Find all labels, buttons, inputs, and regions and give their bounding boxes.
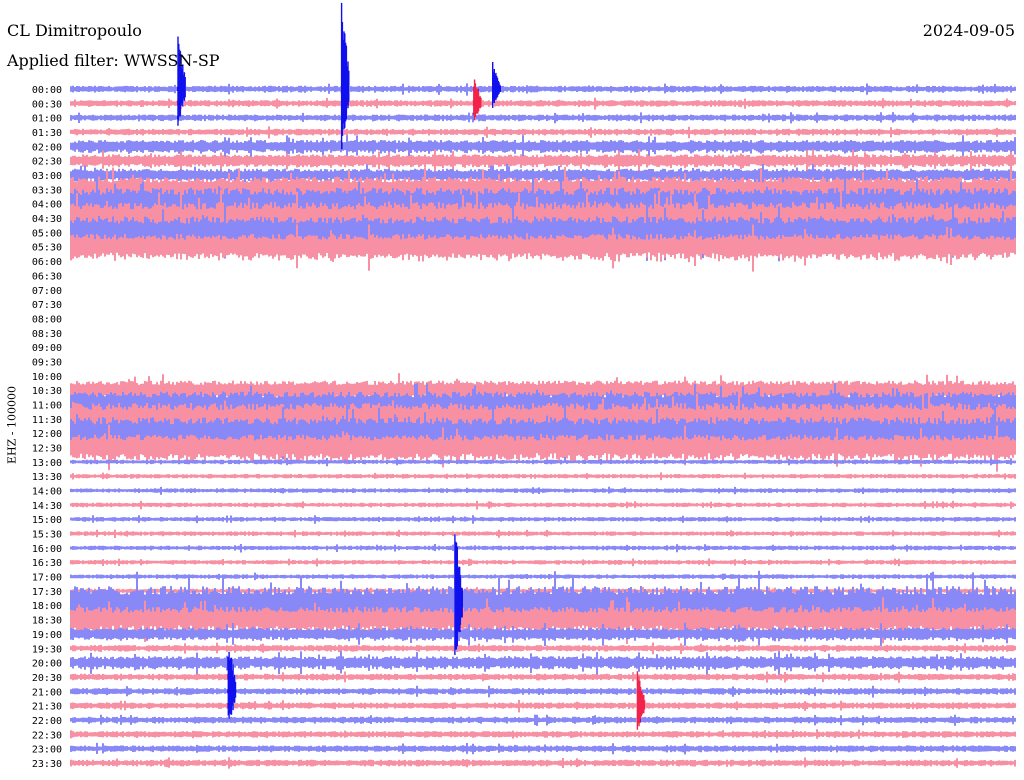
tick-label: 14:30 — [32, 501, 62, 512]
tick-label: 09:00 — [32, 343, 62, 354]
tick-label: 20:00 — [32, 659, 62, 670]
tick-label: 21:30 — [32, 702, 62, 713]
tick-label: 09:30 — [32, 357, 62, 368]
tick-label: 20:30 — [32, 673, 62, 684]
tick-label: 04:30 — [32, 214, 62, 225]
tick-label: 04:00 — [32, 200, 62, 211]
tick-label: 13:30 — [32, 472, 62, 483]
plot-background — [0, 0, 1024, 780]
tick-label: 03:30 — [32, 185, 62, 196]
tick-label: 05:00 — [32, 228, 62, 239]
tick-label: 01:30 — [32, 128, 62, 139]
filter-label: Applied filter: WWSSN-SP — [7, 51, 220, 70]
tick-label: 07:00 — [32, 286, 62, 297]
tick-label: 01:00 — [32, 114, 62, 125]
tick-label: 17:30 — [32, 587, 62, 598]
tick-label: 14:00 — [32, 487, 62, 498]
station-title: CL Dimitropoulo — [7, 21, 142, 40]
tick-label: 16:30 — [32, 558, 62, 569]
tick-label: 15:00 — [32, 515, 62, 526]
tick-label: 19:30 — [32, 644, 62, 655]
tick-label: 05:30 — [32, 243, 62, 254]
tick-label: 18:30 — [32, 616, 62, 627]
tick-label: 18:00 — [32, 601, 62, 612]
tick-label: 00:00 — [32, 85, 62, 96]
tick-label: 02:00 — [32, 142, 62, 153]
tick-label: 19:00 — [32, 630, 62, 641]
tick-label: 08:30 — [32, 329, 62, 340]
tick-label: 17:00 — [32, 573, 62, 584]
helicorder-plot: 00:00 00:30 01:00 01:30 02:00 02:30 03:00 03:30… — [0, 0, 1024, 780]
tick-label: 10:30 — [32, 386, 62, 397]
tick-label: 07:30 — [32, 300, 62, 311]
tick-label: 15:30 — [32, 530, 62, 541]
tick-label: 21:00 — [32, 687, 62, 698]
tick-label: 12:30 — [32, 444, 62, 455]
tick-label: 12:00 — [32, 429, 62, 440]
y-axis-label: EHZ - 100000 — [5, 386, 19, 464]
tick-label: 03:00 — [32, 171, 62, 182]
tick-label: 00:30 — [32, 99, 62, 110]
tick-label: 06:00 — [32, 257, 62, 268]
tick-label: 02:30 — [32, 157, 62, 168]
tick-label: 06:30 — [32, 271, 62, 282]
tick-label: 23:30 — [32, 759, 62, 770]
tick-label: 22:30 — [32, 730, 62, 741]
tick-label: 11:30 — [32, 415, 62, 426]
tick-label: 11:00 — [32, 400, 62, 411]
tick-label: 10:00 — [32, 372, 62, 383]
tick-label: 22:00 — [32, 716, 62, 727]
tick-label: 08:00 — [32, 314, 62, 325]
tick-label: 16:00 — [32, 544, 62, 555]
tick-label: 13:00 — [32, 458, 62, 469]
tick-label: 23:00 — [32, 745, 62, 756]
date-label: 2024-09-05 — [922, 21, 1015, 40]
